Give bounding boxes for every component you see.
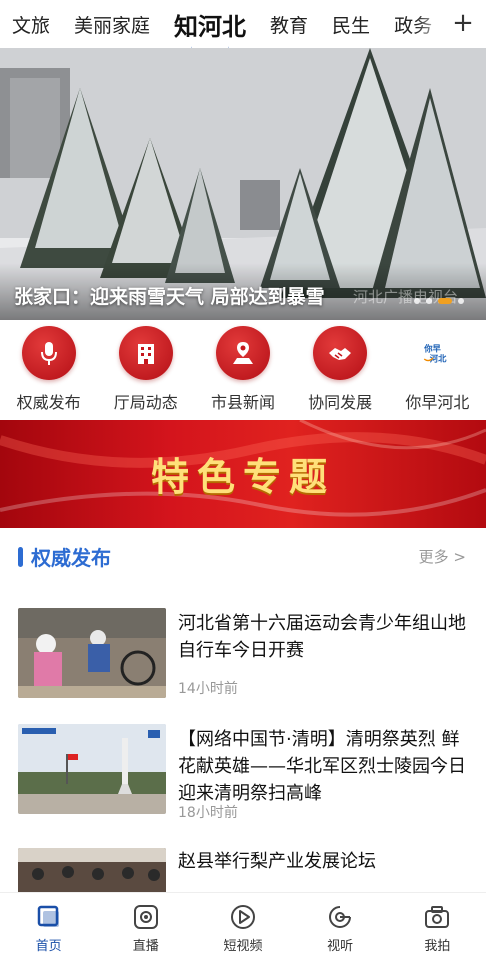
building-icon <box>118 326 173 380</box>
nav-label: 我拍 <box>424 939 451 954</box>
nav-short-video[interactable]: 短视频 <box>203 893 283 956</box>
tab-minsheng[interactable]: 民生 <box>320 11 382 38</box>
shortcut-label: 市县新闻 <box>210 393 275 412</box>
shortcut-tingju-dongtai[interactable]: 厅局动态 <box>100 326 192 418</box>
tab-wenlv[interactable]: 文旅 <box>0 11 62 38</box>
map-pin-icon <box>215 326 270 380</box>
news-item[interactable]: 赵县举行梨产业发展论坛 <box>0 846 486 892</box>
channel-tabs: 文旅 美丽家庭 知河北 教育 民生 政务 <box>0 0 446 48</box>
special-topic-banner[interactable]: 特色专题 <box>0 420 486 528</box>
news-item[interactable]: 【网络中国节·清明】清明祭英烈 鲜花献英雄——华北军区烈士陵园今日迎来清明祭扫高… <box>0 720 486 830</box>
bottom-navigation: 首页 直播 短视频 视听 我拍 <box>0 892 486 956</box>
top-tab-bar: 文旅 美丽家庭 知河北 教育 民生 政务 + <box>0 0 486 48</box>
news-title: 河北省第十六届运动会青少年组山地自行车今日开赛 <box>178 613 466 661</box>
shortcut-xietong-fazhan[interactable]: 协同发展 <box>294 326 386 418</box>
shortcut-nizao-hebei[interactable]: 你早 河北 你早河北 <box>391 326 483 418</box>
shortcut-shixian-xinwen[interactable]: 市县新闻 <box>197 326 289 418</box>
news-time: 14小时前 <box>178 681 238 697</box>
carousel-dot <box>426 298 432 304</box>
news-thumbnail <box>18 608 166 698</box>
audio-icon <box>329 906 352 928</box>
home-icon <box>37 905 59 927</box>
nav-label: 直播 <box>132 939 159 954</box>
tab-zhi-hebei[interactable]: 知河北 <box>162 7 258 42</box>
news-thumbnail <box>18 848 166 892</box>
tab-meili-jiating[interactable]: 美丽家庭 <box>62 11 162 38</box>
carousel-dot <box>458 298 464 304</box>
shortcut-quanwei-fabu[interactable]: 权威发布 <box>3 326 95 418</box>
section-title: 权威发布 <box>31 546 111 570</box>
live-icon <box>133 905 158 929</box>
news-thumbnail <box>18 724 166 814</box>
tab-jiaoyu[interactable]: 教育 <box>258 11 320 38</box>
section-header: 权威发布 更多 > <box>0 538 486 574</box>
shortcut-label: 协同发展 <box>308 393 373 412</box>
more-link[interactable]: 更多 > <box>419 546 466 567</box>
shortcut-label: 你早河北 <box>405 393 470 412</box>
nav-home[interactable]: 首页 <box>9 893 89 956</box>
svg-text:你早: 你早 <box>424 343 442 353</box>
tab-zhi-hebei-label: 知河北 <box>174 12 247 41</box>
shortcut-label: 权威发布 <box>16 393 81 412</box>
snow-scene-image <box>0 48 486 320</box>
shortcut-label: 厅局动态 <box>113 393 178 412</box>
nav-label: 短视频 <box>223 939 263 954</box>
nav-audio-visual[interactable]: 视听 <box>300 893 380 956</box>
news-item[interactable]: 河北省第十六届运动会青少年组山地自行车今日开赛 14小时前 <box>0 604 486 708</box>
carousel-dot <box>414 298 420 304</box>
nav-label: 视听 <box>327 939 354 954</box>
play-icon <box>230 905 255 929</box>
handshake-icon <box>313 326 368 380</box>
nav-my-shoot[interactable]: 我拍 <box>397 893 477 956</box>
carousel-indicator <box>414 298 464 304</box>
nizao-hebei-logo: 你早 河北 <box>410 326 465 380</box>
news-title: 赵县举行梨产业发展论坛 <box>178 851 376 872</box>
microphone-icon <box>21 326 76 380</box>
add-channel-icon[interactable]: + <box>450 10 476 36</box>
news-title: 【网络中国节·清明】清明祭英烈 鲜花献英雄——华北军区烈士陵园今日迎来清明祭扫高… <box>178 729 466 804</box>
news-time: 18小时前 <box>178 805 238 821</box>
carousel-dot-active <box>438 298 452 304</box>
nav-live[interactable]: 直播 <box>106 893 186 956</box>
section-accent-bar <box>18 547 23 567</box>
banner-title: 特色专题 <box>150 455 335 499</box>
shortcut-grid: 权威发布 厅局动态 市县新闻 协同发展 你早 河北 你早河北 <box>0 326 486 418</box>
nav-label: 首页 <box>35 939 62 954</box>
hero-caption[interactable]: 张家口：迎来雨雪天气 局部达到暴雪 <box>14 282 325 309</box>
camera-icon <box>425 906 450 928</box>
hero-carousel[interactable]: 河北广播电视台 张家口：迎来雨雪天气 局部达到暴雪 <box>0 48 486 320</box>
tabs-fade-overlay <box>416 0 446 48</box>
